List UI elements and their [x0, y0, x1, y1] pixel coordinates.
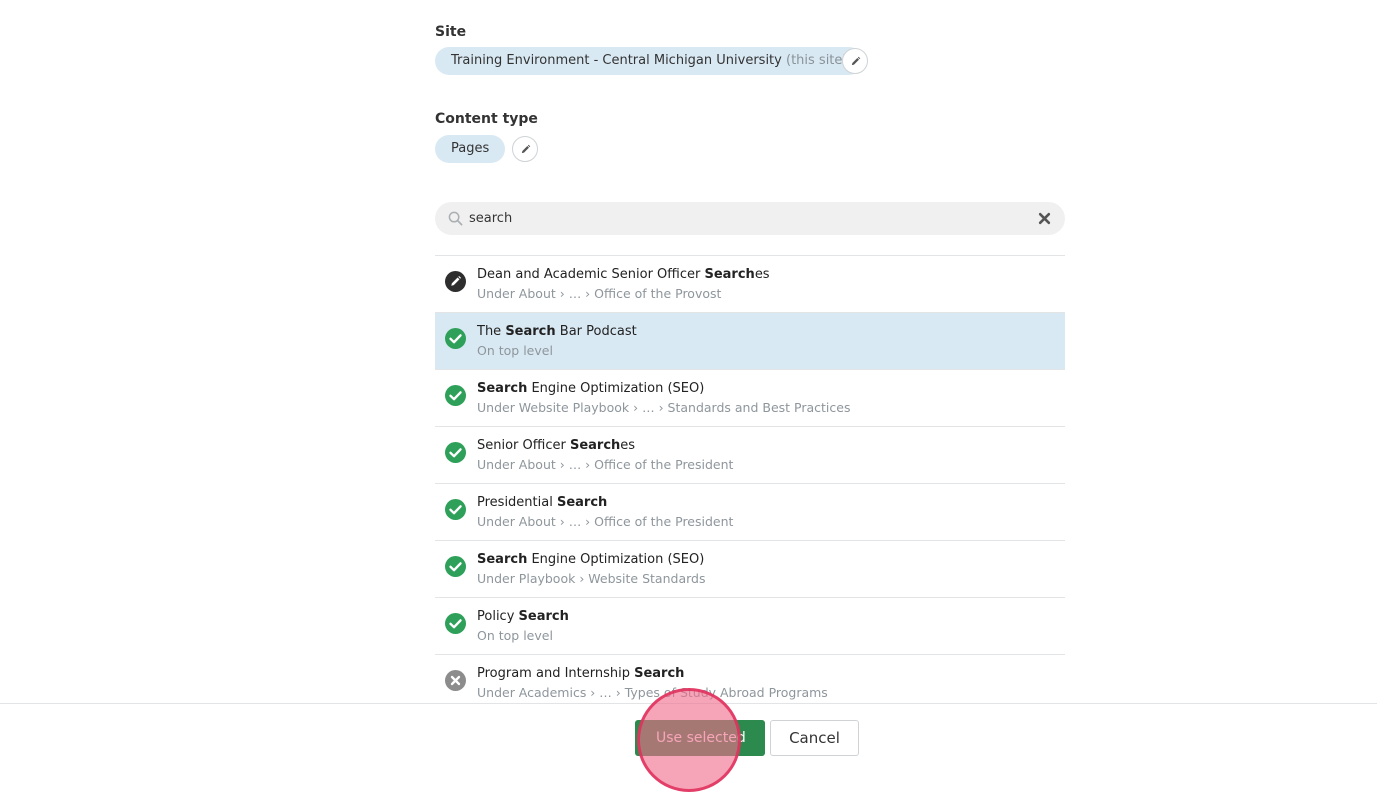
result-title-match: Search [704, 267, 755, 282]
result-path: Under About › … › Office of the Presiden… [477, 457, 734, 472]
result-title-match: Search [518, 609, 569, 624]
result-title: Presidential Search [477, 495, 607, 510]
search-input[interactable] [469, 202, 1029, 235]
published-check-icon [445, 556, 466, 577]
search-icon [448, 211, 463, 226]
result-path: Under Website Playbook › … › Standards a… [477, 400, 851, 415]
result-title: The Search Bar Podcast [477, 324, 637, 339]
result-title-text: Bar Podcast [555, 324, 637, 339]
result-title-match: Search [556, 495, 608, 510]
result-title-match: Search [477, 552, 528, 567]
site-name: Training Environment - Central Michigan … [451, 53, 782, 68]
site-chip: Training Environment - Central Michigan … [435, 47, 864, 75]
result-title: Search Engine Optimization (SEO) [477, 381, 704, 396]
published-check-icon [445, 442, 466, 463]
result-title-match: Search [569, 438, 621, 453]
result-path: Under Playbook › Website Standards [477, 571, 706, 586]
result-item[interactable]: Program and Internship Search Under Acade… [435, 655, 1065, 703]
site-suffix: (this site) [786, 53, 848, 68]
result-item[interactable]: Search Engine Optimization (SEO) Under Pl… [435, 541, 1065, 598]
edit-content-type-button[interactable] [512, 136, 538, 162]
result-item[interactable]: Search Engine Optimization (SEO) Under We… [435, 370, 1065, 427]
result-title-text: Engine Optimization (SEO) [527, 552, 705, 567]
clear-search-icon[interactable] [1038, 212, 1051, 225]
results-list: Dean and Academic Senior Officer Searche… [435, 255, 1065, 703]
unpublished-x-icon [445, 670, 466, 691]
result-path: On top level [477, 628, 553, 643]
result-title-text: es [620, 438, 636, 453]
result-item[interactable]: Policy Search On top level [435, 598, 1065, 655]
search-bar [435, 202, 1065, 235]
draft-pencil-icon [445, 271, 466, 292]
result-title-match: Search [505, 324, 556, 339]
result-title-text: The [477, 324, 506, 339]
published-check-icon [445, 613, 466, 634]
result-path: Under Academics › … › Types of Study Abr… [477, 685, 828, 700]
result-title-match: Search [634, 666, 685, 681]
site-label: Site [435, 24, 467, 40]
dialog-footer: Use selected Cancel [0, 703, 1377, 770]
result-item[interactable]: The Search Bar Podcast On top level [435, 313, 1065, 370]
result-item[interactable]: Senior Officer Searches Under About › … ›… [435, 427, 1065, 484]
result-title-match: Search [477, 381, 528, 396]
result-title-text: Presidential [477, 495, 557, 510]
result-title: Search Engine Optimization (SEO) [477, 552, 704, 567]
result-title-text: Senior Officer [477, 438, 570, 453]
pencil-icon [521, 144, 530, 153]
published-check-icon [445, 385, 466, 406]
pencil-icon [851, 56, 860, 65]
cancel-button[interactable]: Cancel [770, 720, 859, 756]
content-type-value: Pages [451, 141, 490, 156]
result-item[interactable]: Presidential Search Under About › … › Off… [435, 484, 1065, 541]
result-title-text: Dean and Academic Senior Officer [477, 267, 705, 282]
published-check-icon [445, 499, 466, 520]
result-title-text: es [754, 267, 770, 282]
result-title-text: Engine Optimization (SEO) [527, 381, 705, 396]
result-path: Under About › … › Office of the Provost [477, 286, 722, 301]
edit-site-button[interactable] [842, 48, 868, 74]
result-title: Senior Officer Searches [477, 438, 635, 453]
result-item[interactable]: Dean and Academic Senior Officer Searche… [435, 256, 1065, 313]
content-type-chip: Pages [435, 135, 506, 163]
published-check-icon [445, 328, 466, 349]
result-title-text: Policy [477, 609, 519, 624]
result-path: Under About › … › Office of the Presiden… [477, 514, 734, 529]
result-title: Dean and Academic Senior Officer Searche… [477, 267, 770, 282]
result-path: On top level [477, 343, 553, 358]
result-title: Program and Internship Search [477, 666, 684, 681]
content-type-label: Content type [435, 111, 538, 127]
result-title: Policy Search [477, 609, 569, 624]
use-selected-button[interactable]: Use selected [635, 720, 765, 756]
result-title-text: Program and Internship [477, 666, 635, 681]
